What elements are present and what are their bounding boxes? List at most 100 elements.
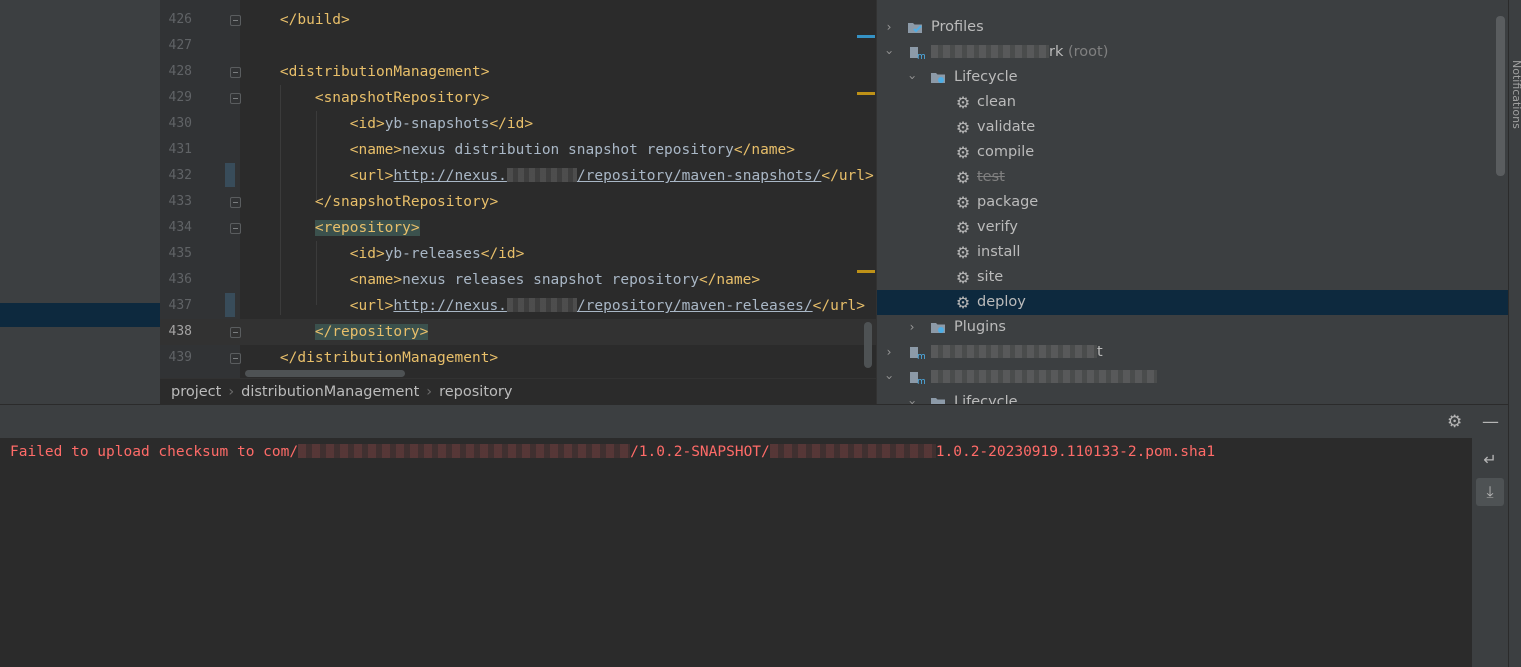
maven-tree-scrollbar[interactable] [1496,16,1505,176]
notifications-tab[interactable]: Notifications [1510,60,1521,129]
chevron-down-icon[interactable]: › [877,45,902,61]
code-text: <snapshotRepository> [314,90,490,106]
indent-guide [316,241,317,305]
code-line[interactable]: 426 </build> [160,7,876,33]
code-line[interactable]: 432 <url>http://nexus./repository/maven-… [160,163,876,189]
line-number: 427 [168,38,192,53]
url-link[interactable]: http://nexus. [393,168,507,184]
code-line[interactable]: 438 </repository> [160,319,876,345]
maven-lifecycle-label: Lifecycle [954,69,1018,85]
code-line[interactable]: 437 <url>http://nexus./repository/maven-… [160,293,876,319]
code-line[interactable]: 427 [160,33,876,59]
minimize-icon[interactable]: — [1482,412,1499,432]
chevron-right-icon[interactable]: › [881,15,897,40]
fold-marker-icon[interactable] [230,93,241,104]
line-number: 432 [168,168,192,183]
line-number: 430 [168,116,192,131]
chevron-right-icon[interactable]: › [904,315,920,340]
url-link[interactable]: /repository/maven-releases/ [577,298,813,314]
soft-wrap-icon[interactable]: ↵ [1476,446,1504,474]
maven-goal-package[interactable]: ⚙ package [877,190,1508,215]
lifecycle-folder-icon [931,398,945,404]
line-number: 436 [168,272,192,287]
fold-marker-icon[interactable] [230,353,241,364]
code-line[interactable]: 428 <distributionManagement> [160,59,876,85]
maven-module-node[interactable]: › m t [877,340,1508,365]
maven-module-label [931,365,1157,390]
maven-goal-compile[interactable]: ⚙ compile [877,140,1508,165]
vcs-change-marker[interactable] [225,293,235,317]
error-stripe-mark[interactable] [857,92,875,95]
right-tool-strip: Notifications [1508,0,1521,667]
maven-profiles-node[interactable]: › Profiles [877,15,1508,40]
code-line[interactable]: 436 <name>nexus releases snapshot reposi… [160,267,876,293]
editor-horizontal-scrollbar[interactable] [245,370,405,377]
maven-goal-test[interactable]: ⚙ test [877,165,1508,190]
maven-goal-site[interactable]: ⚙ site [877,265,1508,290]
code-editor[interactable]: 426 </build> 427 428 <distributionManageme… [160,0,876,378]
fold-marker-icon[interactable] [230,223,241,234]
maven-lifecycle-label: Lifecycle [954,394,1018,404]
vcs-change-marker[interactable] [225,163,235,187]
code-text: </repository> [245,319,429,345]
breadcrumb: project › distributionManagement › repositor… [160,378,876,404]
maven-goal-label: compile [977,144,1035,160]
maven-goal-verify[interactable]: ⚙ verify [877,215,1508,240]
redacted-text [506,168,577,182]
maven-plugins-node[interactable]: › Plugins [877,315,1508,340]
maven-root-project-node[interactable]: › m rk (root) [877,40,1508,65]
maven-goal-validate[interactable]: ⚙ validate [877,115,1508,140]
scroll-to-end-icon[interactable]: ⤓ [1476,478,1504,506]
fold-marker-icon[interactable] [230,15,241,26]
redacted-text [931,345,1097,358]
fold-marker-icon[interactable] [230,67,241,78]
svg-text:m: m [917,377,925,385]
fold-marker-icon[interactable] [230,197,241,208]
maven-goal-deploy[interactable]: ⚙ deploy [877,290,1508,315]
breadcrumb-item-project[interactable]: project [171,384,221,400]
breadcrumb-item-distribution-management[interactable]: distributionManagement [241,384,419,400]
code-line[interactable]: 430 <id>yb-snapshots</id> [160,111,876,137]
breadcrumb-item-repository[interactable]: repository [439,384,512,400]
maven-profiles-label: Profiles [931,19,984,35]
run-console-header: ⚙ — [0,404,1508,438]
maven-plugins-label: Plugins [954,319,1006,335]
maven-tool-window: › Profiles › m rk (root) › Lifecycle ⚙ cl… [876,0,1508,404]
lifecycle-folder-icon [931,73,945,83]
line-number: 437 [168,298,192,313]
maven-lifecycle-node[interactable]: › Lifecycle [877,390,1508,404]
code-line[interactable]: 434 <repository> [160,215,876,241]
maven-goal-install[interactable]: ⚙ install [877,240,1508,265]
profiles-folder-icon [908,23,922,33]
gear-icon[interactable]: ⚙ [1447,412,1462,432]
code-line[interactable]: 429 <snapshotRepository> [160,85,876,111]
chevron-down-icon[interactable]: › [900,395,925,404]
maven-module-node[interactable]: › m [877,365,1508,390]
code-line[interactable]: 433 </snapshotRepository> [160,189,876,215]
chevron-down-icon[interactable]: › [900,70,925,86]
code-line[interactable]: 431 <name>nexus distribution snapshot re… [160,137,876,163]
maven-goal-label: site [977,269,1004,285]
code-text: <id>yb-snapshots</id> [349,116,534,132]
url-link[interactable]: http://nexus. [393,298,507,314]
fold-marker-icon[interactable] [230,327,241,338]
maven-goal-label: test [977,169,1005,185]
code-text: <name>nexus releases snapshot repository… [349,272,761,288]
error-stripe-mark[interactable] [857,35,875,38]
gear-icon: ⚙ [955,118,971,137]
error-stripe-mark[interactable] [857,270,875,273]
redacted-text [931,370,1157,383]
maven-goal-clean[interactable]: ⚙ clean [877,90,1508,115]
chevron-right-icon[interactable]: › [881,340,897,365]
code-line[interactable]: 439 </distributionManagement> [160,345,876,371]
run-console-output[interactable]: Failed to upload checksum to com//1.0.2-… [0,438,1472,667]
chevron-down-icon[interactable]: › [877,370,902,386]
url-link[interactable]: /repository/maven-snapshots/ [577,168,821,184]
project-tree-selected-row[interactable] [0,303,160,327]
code-line[interactable]: 435 <id>yb-releases</id> [160,241,876,267]
line-number: 426 [168,12,192,27]
maven-goal-label: install [977,244,1021,260]
maven-lifecycle-node[interactable]: › Lifecycle [877,65,1508,90]
editor-vertical-scrollbar[interactable] [864,322,872,368]
redacted-text [298,444,631,458]
